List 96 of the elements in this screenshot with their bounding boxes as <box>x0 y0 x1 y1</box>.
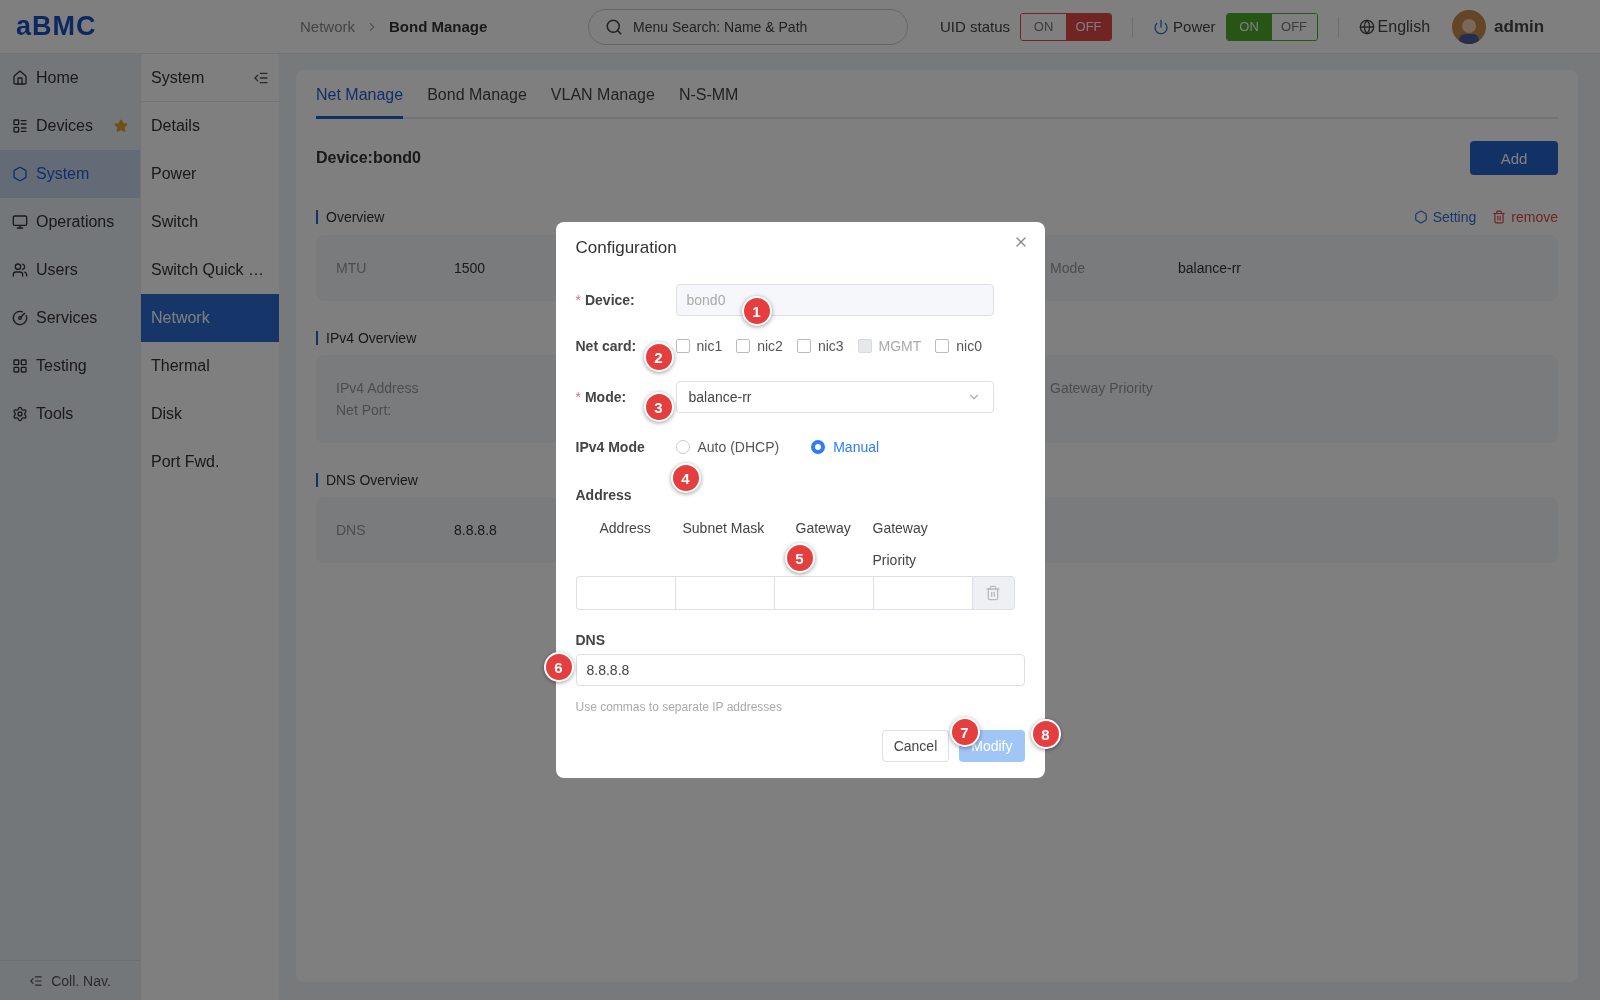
form-label: IPv4 Mode <box>575 439 645 455</box>
tab[interactable]: VLAN Manage <box>550 70 655 119</box>
subnav-item[interactable]: Switch Quick … <box>141 246 279 294</box>
cancel-button[interactable]: Cancel <box>881 730 950 762</box>
radio-button[interactable]: Auto (DHCP) <box>675 439 780 455</box>
subnav-item[interactable]: Thermal <box>141 342 279 390</box>
dialog-title: Configuration <box>575 238 677 258</box>
language-icon <box>1358 18 1375 35</box>
toggle-option[interactable]: ON <box>1226 13 1272 40</box>
column-header: Gateway <box>795 520 851 536</box>
subnav-item[interactable]: Network <box>141 294 279 342</box>
nav-item[interactable]: Services <box>0 294 140 342</box>
section-title: Overview <box>316 210 385 224</box>
subnav-item[interactable]: Switch <box>141 198 279 246</box>
column-header: Address <box>599 520 651 536</box>
section-label: Address <box>575 487 632 503</box>
checkbox[interactable]: nic0 <box>935 338 982 354</box>
nav-item[interactable]: Tools <box>0 390 140 438</box>
nav-label: Home <box>36 69 79 87</box>
collapse-icon <box>29 973 44 988</box>
nav-label: System <box>36 165 90 183</box>
nav-item[interactable]: Devices <box>0 102 140 150</box>
hint-text: Use commas to separate IP addresses <box>575 700 784 714</box>
toggle-option[interactable]: OFF <box>1066 13 1112 40</box>
step-marker: 5 <box>784 543 815 573</box>
nav-icon <box>12 70 28 86</box>
subnav-item[interactable]: Port Fwd. <box>141 438 279 486</box>
toggle-label: UID status <box>940 18 1011 35</box>
toggle-label: Power <box>1173 18 1216 35</box>
nav-item[interactable]: System <box>0 150 140 198</box>
field-value: 1500 <box>454 260 486 276</box>
subnav-title: System <box>151 68 205 87</box>
nav-label: Devices <box>36 117 93 135</box>
tab[interactable]: N-S-MM <box>678 70 739 119</box>
nav-label: Tools <box>36 405 74 423</box>
column-header: Gateway Priority <box>872 520 928 568</box>
trash-icon <box>985 585 1001 601</box>
breadcrumb-item[interactable]: Network <box>300 18 355 35</box>
breadcrumb-item: Bond Manage <box>389 18 488 35</box>
logo: aBMC <box>16 11 98 42</box>
trash-icon <box>1492 210 1507 224</box>
field-value: balance-rr <box>1178 260 1242 276</box>
tab[interactable]: Bond Manage <box>427 70 527 119</box>
nav-icon <box>12 262 28 278</box>
form-label: * Device: <box>575 292 635 308</box>
step-marker: 3 <box>643 392 674 422</box>
subnav-item[interactable]: Details <box>141 102 279 150</box>
subnav-item[interactable]: Power <box>141 150 279 198</box>
form-label: Net card: <box>575 338 637 354</box>
field-value: 8.8.8.8 <box>454 522 497 538</box>
form-label: * Mode: <box>575 389 627 405</box>
subnav-item[interactable]: Disk <box>141 390 279 438</box>
nav-label: Operations <box>36 213 115 231</box>
step-marker: 4 <box>670 463 701 493</box>
nav-icon <box>12 118 28 134</box>
nav-icon <box>12 358 28 374</box>
address-input[interactable] <box>872 576 972 610</box>
nav-item[interactable]: Users <box>0 246 140 294</box>
nav-icon <box>12 166 28 182</box>
nav-label: Users <box>36 261 78 279</box>
mode-select[interactable]: balance-rr <box>675 381 994 413</box>
address-input[interactable] <box>575 576 675 610</box>
nav-label: Testing <box>36 357 87 375</box>
settings-icon <box>1413 210 1428 224</box>
section-title: DNS Overview <box>316 473 418 487</box>
action-link[interactable]: remove <box>1492 209 1558 225</box>
section-label: DNS <box>575 632 606 648</box>
dns-field[interactable]: 8.8.8.8 <box>575 654 1025 686</box>
checkbox[interactable]: nic3 <box>796 338 844 354</box>
checkbox[interactable]: nic2 <box>736 338 783 354</box>
nav-icon <box>12 310 28 326</box>
language-selector[interactable]: English <box>1377 17 1431 36</box>
tab[interactable]: Net Manage <box>316 70 404 119</box>
nav-icon <box>12 406 28 422</box>
device-title: Device:bond0 <box>316 149 421 167</box>
delete-button[interactable] <box>971 576 1015 610</box>
address-input[interactable] <box>773 576 873 610</box>
address-input[interactable] <box>674 576 774 610</box>
user-name[interactable]: admin <box>1494 16 1545 37</box>
power-icon <box>1153 18 1170 35</box>
nav-icon <box>12 214 28 230</box>
section-title: IPv4 Overview <box>316 331 417 345</box>
action-link[interactable]: Setting <box>1413 209 1477 225</box>
avatar[interactable] <box>1452 9 1487 44</box>
nav-item[interactable]: Testing <box>0 342 140 390</box>
nav-item[interactable]: Operations <box>0 198 140 246</box>
radio-button[interactable]: Manual <box>811 439 880 455</box>
column-header: Subnet Mask <box>682 520 765 536</box>
collapse-label: Coll. Nav. <box>51 972 111 989</box>
step-marker: 8 <box>1030 719 1061 749</box>
add-button[interactable]: Add <box>1470 141 1558 175</box>
checkbox[interactable]: nic1 <box>675 338 723 354</box>
search-icon <box>605 17 623 36</box>
nav-item[interactable]: Home <box>0 54 140 102</box>
step-marker: 2 <box>643 342 674 372</box>
nav-label: Services <box>36 309 98 327</box>
